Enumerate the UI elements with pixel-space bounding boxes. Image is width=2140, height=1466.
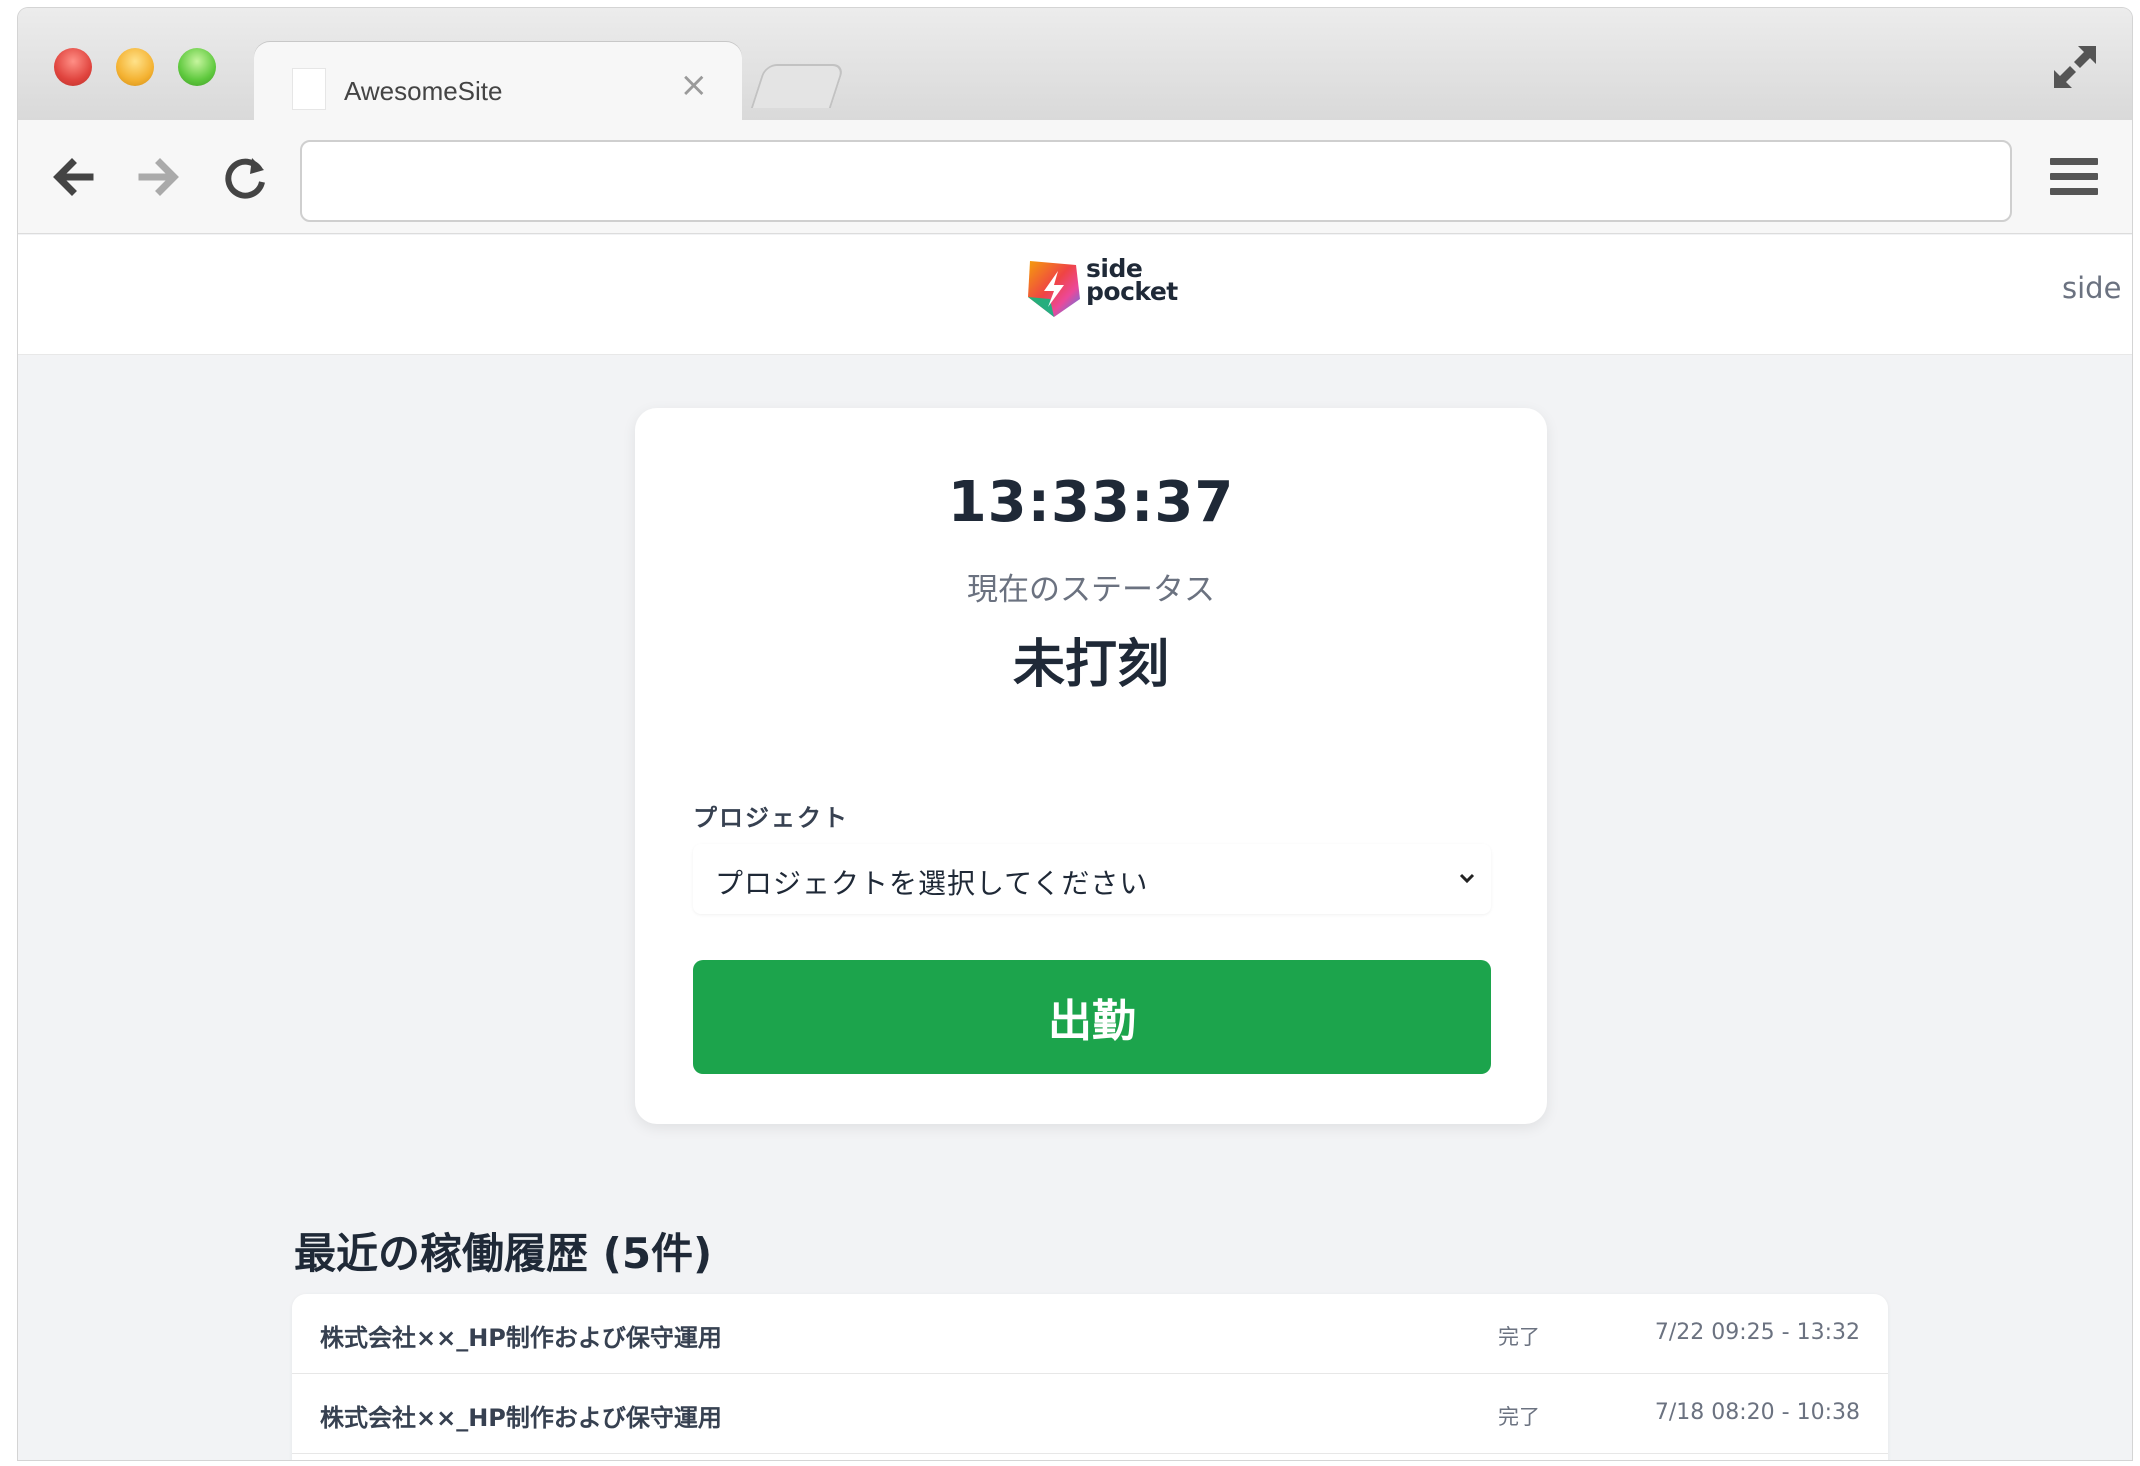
new-tab-button[interactable] <box>750 64 846 108</box>
history-row-time: 7/22 09:25 - 13:32 <box>1654 1320 1860 1345</box>
project-field-label: プロジェクト <box>693 804 849 832</box>
browser-tab-active[interactable]: AwesomeSite × <box>254 42 742 122</box>
status-label: 現在のステータス <box>967 572 1215 608</box>
page-favicon-icon <box>292 68 326 110</box>
clock-in-button[interactable]: 出勤 <box>693 960 1491 1074</box>
history-row-project: 株式会社××_HP制作および保守運用 <box>320 1404 722 1432</box>
attendance-card: 13:33:37 現在のステータス 未打刻 プロジェクト プロジェクトを選択して… <box>635 408 1547 1124</box>
history-row-status: 完了 <box>1498 1325 1540 1349</box>
expand-icon[interactable] <box>2048 40 2102 94</box>
close-window-button[interactable] <box>54 48 92 86</box>
history-row-status: 完了 <box>1498 1405 1540 1429</box>
tab-title: AwesomeSite <box>344 76 503 106</box>
browser-titlebar: AwesomeSite × <box>18 8 2132 122</box>
chevron-down-icon <box>1459 873 1475 884</box>
browser-window: AwesomeSite × side pocket side 13:33:37 … <box>18 8 2132 1460</box>
logo-text: side pocket <box>1086 254 1178 306</box>
address-bar[interactable] <box>300 140 2012 222</box>
history-title: 最近の稼働履歴 (5件) <box>294 1229 713 1278</box>
history-list: 株式会社××_HP制作および保守運用 完了 7/22 09:25 - 13:32… <box>292 1294 1888 1460</box>
tab-close-icon[interactable]: × <box>680 68 709 102</box>
history-row[interactable]: 株式会社××_HP制作および保守運用 完了 7/18 08:20 - 10:38 <box>292 1374 1888 1454</box>
project-select[interactable]: プロジェクトを選択してください <box>693 844 1491 914</box>
current-time: 13:33:37 <box>947 470 1235 535</box>
forward-arrow-icon[interactable] <box>132 150 186 204</box>
minimize-window-button[interactable] <box>116 48 154 86</box>
back-arrow-icon[interactable] <box>46 150 100 204</box>
zoom-window-button[interactable] <box>178 48 216 86</box>
history-row-time: 7/18 08:20 - 10:38 <box>1654 1400 1860 1425</box>
status-value: 未打刻 <box>1012 635 1169 695</box>
site-logo[interactable]: side pocket <box>1020 253 1180 333</box>
project-select-value: プロジェクトを選択してください <box>715 867 1149 900</box>
history-row-project: 株式会社××_HP制作および保守運用 <box>320 1324 722 1352</box>
menu-icon[interactable] <box>2050 158 2100 202</box>
reload-icon[interactable] <box>218 150 272 204</box>
header-brand-link[interactable]: side pocket <box>2062 271 2132 305</box>
history-row[interactable]: 株式会社××_HP制作および保守運用 完了 7/22 09:25 - 13:32 <box>292 1294 1888 1374</box>
site-header: side pocket side pocket <box>18 235 2132 355</box>
side-pocket-logo-icon <box>1028 261 1080 317</box>
browser-toolbar <box>18 120 2132 234</box>
